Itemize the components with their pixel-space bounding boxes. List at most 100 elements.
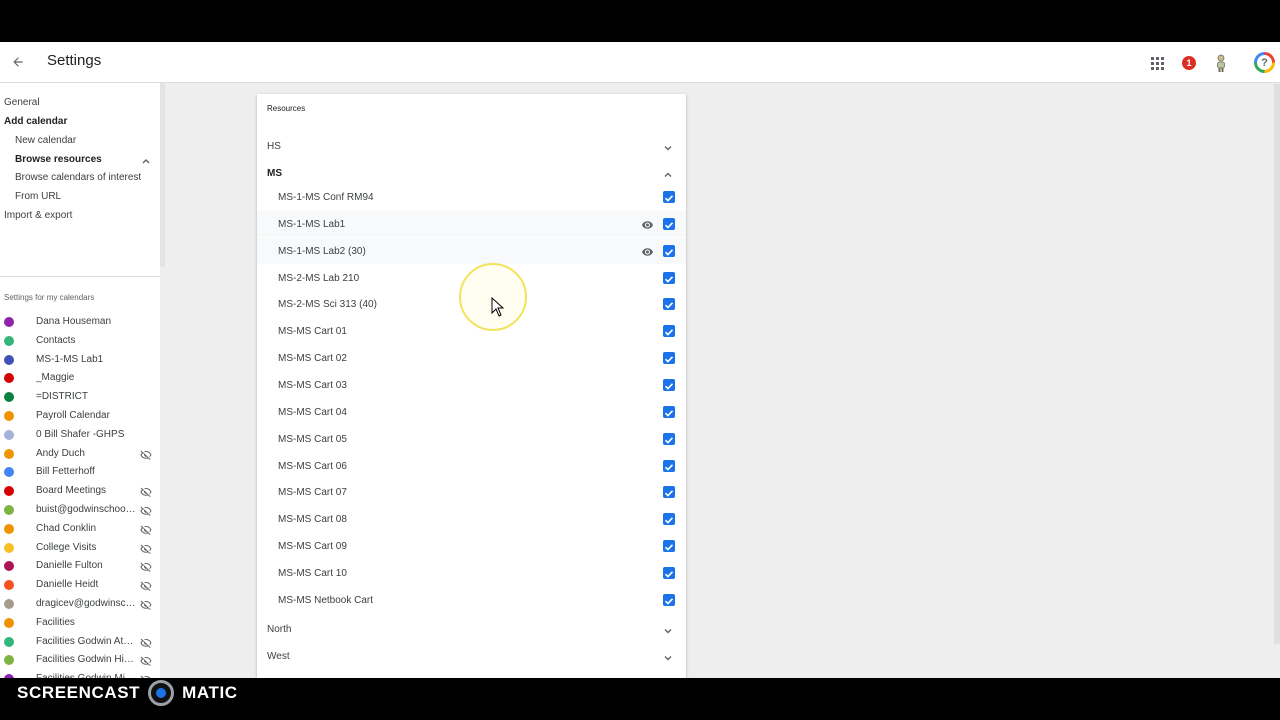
resource-checkbox[interactable] xyxy=(663,244,675,257)
visibility-icon[interactable] xyxy=(641,218,654,230)
notification-badge[interactable]: 1 xyxy=(1179,53,1199,73)
chevron-up-icon[interactable] xyxy=(662,168,674,180)
calendar-color-dot[interactable] xyxy=(4,411,14,421)
nav-general[interactable]: General xyxy=(4,97,40,108)
nav-new-calendar[interactable]: New calendar xyxy=(15,135,76,146)
chevron-down-icon[interactable] xyxy=(662,624,674,636)
calendar-item[interactable]: Facilities xyxy=(0,614,160,632)
calendar-color-dot[interactable] xyxy=(4,542,14,553)
calendar-color-dot[interactable] xyxy=(4,523,14,534)
calendar-item[interactable]: Chad Conklin xyxy=(0,520,160,538)
resource-checkbox[interactable] xyxy=(663,352,675,365)
resource-checkbox[interactable] xyxy=(663,378,675,391)
resource-row[interactable]: MS-1-MS Lab2 (30) xyxy=(257,237,686,264)
resource-row[interactable]: MS-MS Cart 05 xyxy=(257,426,686,452)
resource-checkbox[interactable] xyxy=(663,513,675,526)
visibility-off-icon[interactable] xyxy=(140,504,152,517)
calendar-item[interactable]: buist@godwinschools... xyxy=(0,501,160,519)
visibility-off-icon[interactable] xyxy=(140,542,152,554)
resource-checkbox[interactable] xyxy=(663,486,675,499)
account-avatar-icon[interactable] xyxy=(1211,53,1231,73)
calendar-item[interactable]: Andy Duch xyxy=(0,445,160,463)
calendar-item[interactable]: Board Meetings xyxy=(0,482,160,500)
resource-checkbox[interactable] xyxy=(663,405,675,418)
calendar-item[interactable]: Dana Houseman xyxy=(0,313,160,331)
calendar-item[interactable]: College Visits xyxy=(0,539,160,557)
resource-row[interactable]: MS-1-MS Conf RM94 xyxy=(257,184,686,210)
resource-row[interactable]: MS-MS Cart 08 xyxy=(257,506,686,532)
sidebar-scrollbar[interactable] xyxy=(160,83,165,267)
visibility-off-icon[interactable] xyxy=(140,523,152,535)
calendar-item[interactable]: Payroll Calendar xyxy=(0,407,160,425)
resource-checkbox[interactable] xyxy=(663,540,675,553)
calendar-color-dot[interactable] xyxy=(4,580,14,591)
visibility-off-icon[interactable] xyxy=(140,485,152,498)
calendar-item[interactable]: dragicev@godwinscho... xyxy=(0,595,160,613)
calendar-color-dot[interactable] xyxy=(4,429,14,440)
back-arrow-icon[interactable] xyxy=(9,53,27,71)
resource-checkbox[interactable] xyxy=(663,271,675,284)
resource-checkbox[interactable] xyxy=(663,191,675,203)
calendar-color-dot[interactable] xyxy=(4,354,14,365)
resource-checkbox[interactable] xyxy=(663,593,675,606)
resource-group-north[interactable]: North xyxy=(267,621,677,641)
resource-row[interactable]: MS-MS Cart 03 xyxy=(257,372,686,398)
help-icon[interactable]: ? xyxy=(1254,52,1275,73)
resource-row[interactable]: MS-MS Cart 06 xyxy=(257,453,686,479)
resource-row[interactable]: MS-MS Cart 10 xyxy=(257,560,686,586)
resource-row[interactable]: MS-MS Cart 04 xyxy=(257,399,686,425)
help-glyph: ? xyxy=(1257,55,1272,70)
visibility-off-icon[interactable] xyxy=(140,636,152,648)
calendar-item[interactable]: Bill Fetterhoff xyxy=(0,463,160,481)
visibility-off-icon[interactable] xyxy=(140,579,152,592)
nav-add-calendar[interactable]: Add calendar xyxy=(4,116,67,127)
calendar-item[interactable]: MS-1-MS Lab1 xyxy=(0,351,160,369)
resource-checkbox[interactable] xyxy=(663,459,675,472)
calendar-color-dot[interactable] xyxy=(4,448,14,459)
calendar-color-dot[interactable] xyxy=(4,561,14,572)
calendar-item[interactable]: _Maggie xyxy=(0,369,160,387)
calendar-color-dot[interactable] xyxy=(4,636,14,647)
calendar-item[interactable]: =DISTRICT xyxy=(0,388,160,406)
calendar-color-dot[interactable] xyxy=(4,505,14,515)
calendar-name: College Visits xyxy=(36,541,97,553)
resource-group-ms[interactable]: MS xyxy=(267,165,677,185)
resource-checkbox[interactable] xyxy=(663,217,675,230)
visibility-icon[interactable] xyxy=(641,245,654,257)
resource-row[interactable]: MS-MS Cart 09 xyxy=(257,533,686,559)
nav-import-export[interactable]: Import & export xyxy=(4,210,72,221)
resource-checkbox[interactable] xyxy=(663,325,675,338)
calendar-color-dot[interactable] xyxy=(4,599,14,609)
calendar-color-dot[interactable] xyxy=(4,486,14,497)
calendar-item[interactable]: Facilities Godwin Athle... xyxy=(0,633,160,651)
visibility-off-icon[interactable] xyxy=(140,560,152,573)
calendar-color-dot[interactable] xyxy=(4,467,14,478)
nav-browse-resources[interactable]: Browse resources xyxy=(15,154,102,165)
calendar-color-dot[interactable] xyxy=(4,617,14,628)
chevron-down-icon[interactable] xyxy=(662,141,674,153)
resource-checkbox[interactable] xyxy=(663,432,675,445)
apps-grid-icon[interactable] xyxy=(1147,53,1167,73)
resource-group-hs[interactable]: HS xyxy=(267,138,677,158)
resource-row[interactable]: MS-MS Cart 02 xyxy=(257,345,686,371)
calendar-item[interactable]: Contacts xyxy=(0,332,160,350)
calendar-color-dot[interactable] xyxy=(4,317,14,327)
nav-from-url[interactable]: From URL xyxy=(15,191,61,202)
calendar-color-dot[interactable] xyxy=(4,392,14,403)
resource-checkbox[interactable] xyxy=(663,298,675,311)
resource-checkbox[interactable] xyxy=(663,566,675,579)
calendar-item[interactable]: Danielle Heidt xyxy=(0,576,160,594)
calendar-color-dot[interactable] xyxy=(4,373,14,384)
page-scrollbar[interactable] xyxy=(1274,84,1280,644)
visibility-off-icon[interactable] xyxy=(140,448,152,460)
resource-row[interactable]: MS-MS Netbook Cart xyxy=(257,587,686,613)
nav-browse-calendars-of-interest[interactable]: Browse calendars of interest xyxy=(15,172,141,183)
chevron-up-icon[interactable] xyxy=(141,156,151,166)
calendar-item[interactable]: Danielle Fulton xyxy=(0,557,160,575)
resource-name: MS-MS Cart 10 xyxy=(278,567,347,579)
resource-row[interactable]: MS-MS Cart 07 xyxy=(257,479,686,505)
calendar-color-dot[interactable] xyxy=(4,335,14,346)
visibility-off-icon[interactable] xyxy=(140,598,152,611)
calendar-item[interactable]: 0 Bill Shafer -GHPS xyxy=(0,426,160,444)
resource-row[interactable]: MS-1-MS Lab1 xyxy=(257,210,686,237)
